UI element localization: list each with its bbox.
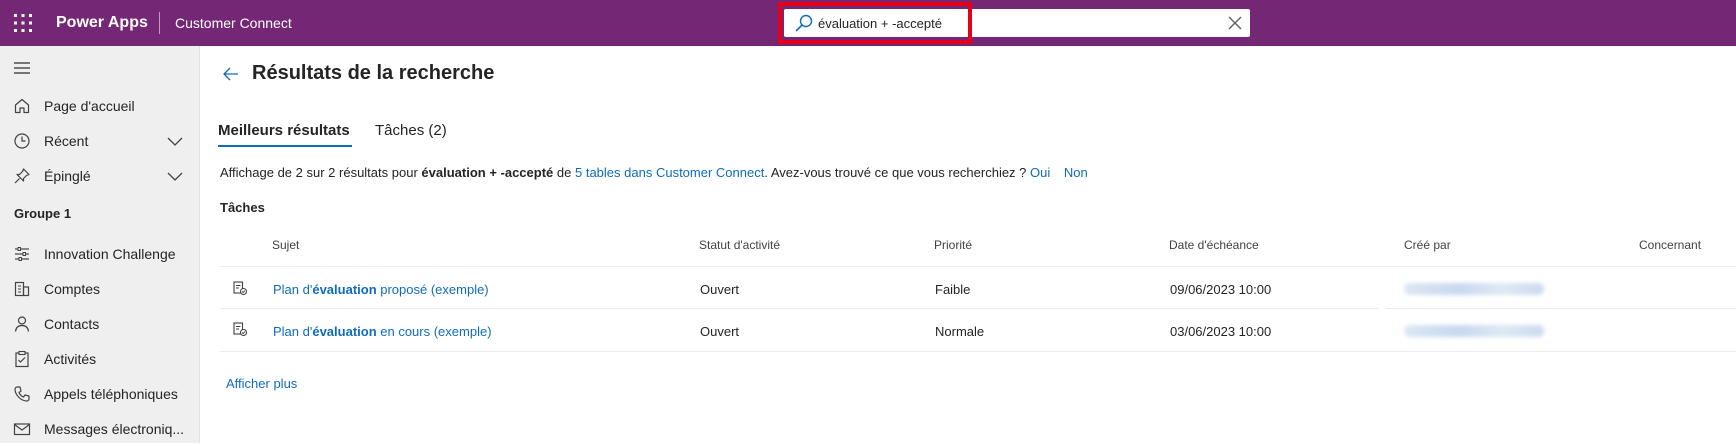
priority: Faible [935, 282, 971, 297]
table-divider [220, 266, 1736, 267]
clipboard-icon [15, 350, 29, 368]
summary-prefix: Affichage de 2 sur 2 résultats pour [220, 165, 418, 180]
sidebar-item-label: Appels téléphoniques [44, 386, 178, 402]
summary-mid: de [556, 165, 572, 180]
back-arrow-icon[interactable] [222, 66, 240, 82]
chevron-down-icon[interactable] [166, 135, 184, 147]
task-icon [233, 322, 248, 337]
sidebar-item-label: Récent [44, 133, 89, 149]
due-date: 03/06/2023 10:00 [1170, 324, 1272, 339]
pin-icon [14, 168, 30, 184]
app-name[interactable]: Power Apps [56, 0, 148, 46]
close-icon[interactable] [1226, 14, 1244, 32]
column-header-activity-status[interactable]: Statut d'activité [699, 238, 780, 252]
tab-tasks[interactable]: Tâches (2) [375, 122, 447, 148]
sidebar-item-label: Comptes [44, 281, 101, 297]
person-icon [14, 316, 30, 332]
phone-icon [14, 386, 30, 402]
activity-status: Ouvert [700, 324, 740, 339]
column-header-priority[interactable]: Priorité [934, 238, 972, 252]
table-divider [220, 351, 1736, 352]
sidebar-item-pinned[interactable]: Épinglé [0, 159, 199, 193]
header-divider [159, 12, 160, 34]
task-subject-link[interactable]: Plan d'évaluation en cours (exemple) [273, 324, 492, 339]
sidebar-item-innovation-challenge[interactable]: Innovation Challenge [0, 237, 199, 271]
environment-name[interactable]: Customer Connect [175, 0, 292, 46]
summary-query: évaluation + -accepté [421, 165, 554, 180]
sidebar-item-phone-calls[interactable]: Appels téléphoniques [0, 377, 199, 411]
clock-icon [14, 133, 30, 149]
active-tab-indicator [218, 145, 352, 147]
created-by-redacted [1404, 283, 1544, 295]
sliders-icon [15, 247, 29, 261]
task-icon [233, 281, 248, 296]
sidebar-item-label: Activités [44, 351, 97, 367]
sidebar-item-accounts[interactable]: Comptes [0, 272, 199, 306]
tables-link[interactable]: 5 tables dans Customer Connect [575, 165, 764, 180]
building-icon [14, 281, 30, 297]
sidebar-item-emails[interactable]: Messages électroniq... [0, 412, 199, 446]
table-divider [220, 308, 1378, 309]
feedback-yes-link[interactable]: Oui [1030, 165, 1050, 180]
sidebar-item-label: Contacts [44, 316, 100, 332]
home-icon [14, 98, 30, 114]
task-subject-link[interactable]: Plan d'évaluation proposé (exemple) [273, 282, 489, 297]
sidebar-item-recent[interactable]: Récent [0, 124, 199, 158]
feedback-no-link[interactable]: Non [1064, 165, 1088, 180]
sidebar-item-label: Épinglé [44, 168, 91, 184]
app-launcher-icon[interactable] [13, 13, 33, 33]
sidebar-item-activities[interactable]: Activités [0, 342, 199, 376]
mail-icon [13, 423, 31, 436]
hamburger-menu-icon[interactable] [12, 60, 32, 76]
column-header-subject[interactable]: Sujet [272, 238, 299, 252]
created-by-redacted [1404, 325, 1544, 337]
group-label: Groupe 1 [14, 206, 72, 221]
chevron-down-icon[interactable] [166, 170, 184, 182]
activity-status: Ouvert [700, 282, 740, 297]
search-icon [795, 14, 813, 32]
results-summary: Affichage de 2 sur 2 résultats pour éval… [220, 165, 1088, 180]
due-date: 09/06/2023 10:00 [1170, 282, 1272, 297]
column-header-created-by[interactable]: Créé par [1404, 238, 1451, 252]
sidebar-item-label: Innovation Challenge [44, 246, 176, 262]
table-divider [1386, 308, 1736, 309]
column-header-due-date[interactable]: Date d'échéance [1169, 238, 1259, 252]
sidebar-item-label: Page d'accueil [44, 98, 135, 114]
sidebar-item-contacts[interactable]: Contacts [0, 307, 199, 341]
column-header-regarding[interactable]: Concernant [1639, 238, 1701, 252]
page-title: Résultats de la recherche [252, 62, 495, 84]
section-title-tasks: Tâches [220, 200, 265, 215]
sidebar-item-home[interactable]: Page d'accueil [0, 89, 199, 123]
sidebar: Page d'accueil Récent Épinglé Groupe 1 I… [0, 46, 200, 443]
sidebar-item-label: Messages électroniq... [44, 421, 185, 437]
search-input[interactable] [818, 11, 1118, 35]
show-more-link[interactable]: Afficher plus [226, 376, 297, 391]
priority: Normale [935, 324, 985, 339]
summary-question: . Avez-vous trouvé ce que vous recherchi… [764, 165, 1027, 180]
